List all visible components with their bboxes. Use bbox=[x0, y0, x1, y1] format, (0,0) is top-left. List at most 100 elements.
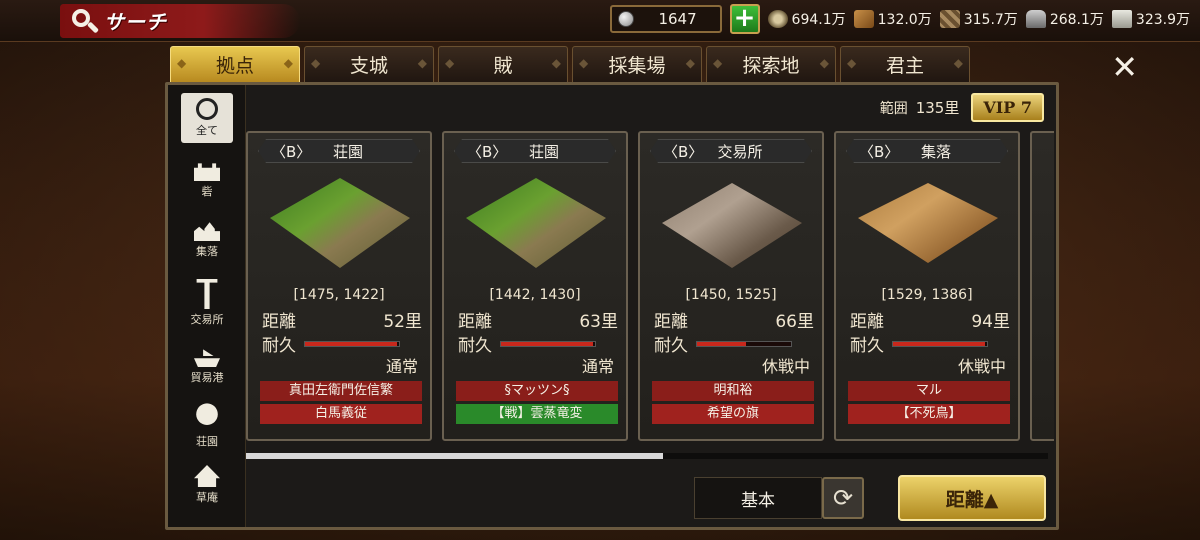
scroll-thumb[interactable] bbox=[246, 453, 664, 459]
rank-label: 〈B〉 bbox=[859, 142, 900, 161]
refresh-button[interactable]: ⟳ bbox=[822, 477, 864, 519]
iron-icon bbox=[1025, 10, 1046, 28]
distance-label: 距離 bbox=[850, 312, 884, 332]
owner-name: マル bbox=[848, 381, 1010, 401]
manor-icon bbox=[194, 403, 220, 431]
filter-hut[interactable]: 草庵 bbox=[168, 465, 246, 505]
tab-bandits[interactable]: 賊 bbox=[438, 46, 568, 82]
filter-all[interactable]: 全て bbox=[181, 93, 233, 143]
range-value: 135里 bbox=[915, 99, 960, 117]
filter-port[interactable]: 貿易港 bbox=[168, 345, 246, 385]
vip-badge: VIP 7 bbox=[971, 93, 1044, 122]
owner-name: §マッツン§ bbox=[456, 381, 618, 401]
resource-value: 268.1万 bbox=[1049, 12, 1104, 28]
tab-gathering[interactable]: 採集場 bbox=[572, 46, 702, 82]
market-icon bbox=[194, 279, 220, 309]
filter-label: 全て bbox=[196, 124, 218, 137]
card-type: 交易所 bbox=[717, 142, 763, 161]
add-gold-button[interactable]: + bbox=[729, 4, 760, 34]
distance-value: 63里 bbox=[579, 312, 618, 332]
durability-label: 耐久 bbox=[654, 336, 688, 356]
rank-label: 〈B〉 bbox=[467, 142, 508, 161]
distance-row: 距離 66里 bbox=[654, 307, 814, 332]
card-header: 〈B〉 荘園 bbox=[454, 139, 616, 163]
distance-label: 距離 bbox=[458, 312, 492, 332]
range-label: 範囲 bbox=[879, 100, 908, 117]
category-tabs: 拠点 支城 賊 採集場 探索地 君主 bbox=[170, 46, 970, 82]
result-card-partial[interactable] bbox=[1030, 131, 1054, 441]
coordinates: [1442, 1430] bbox=[489, 287, 581, 303]
result-card[interactable]: 〈B〉 交易所 [1450, 1525] 距離 66里 耐久 休戦中 明和裕 希… bbox=[638, 131, 824, 441]
rank-label: 〈B〉 bbox=[271, 142, 312, 161]
card-type: 荘園 bbox=[528, 142, 559, 161]
resource-bar: 1647 + 694.1万 132.0万 315.7万 268.1万 323.9… bbox=[609, 4, 1190, 34]
result-card[interactable]: 〈B〉 荘園 [1475, 1422] 距離 52里 耐久 通常 真田左衛門佐信… bbox=[246, 131, 432, 441]
money-icon bbox=[767, 10, 788, 28]
tab-branch-castle[interactable]: 支城 bbox=[304, 46, 434, 82]
wood-icon bbox=[853, 10, 874, 28]
filter-market[interactable]: 交易所 bbox=[168, 279, 246, 327]
durability-bar bbox=[696, 340, 792, 347]
card-type: 荘園 bbox=[332, 142, 363, 161]
status-text: 通常 bbox=[581, 357, 614, 376]
coordinates: [1450, 1525] bbox=[685, 287, 777, 303]
filter-manor[interactable]: 荘園 bbox=[168, 403, 246, 449]
resource-rice: 323.9万 bbox=[1111, 9, 1190, 29]
durability-fill bbox=[305, 341, 398, 346]
resource-value: 132.0万 bbox=[877, 12, 932, 28]
resource-value: 694.1万 bbox=[791, 12, 846, 28]
refresh-icon: ⟳ bbox=[832, 484, 854, 512]
filter-label: 貿易港 bbox=[190, 371, 224, 384]
distance-row: 距離 63里 bbox=[458, 307, 618, 332]
range-row: 範囲 135里 VIP 7 bbox=[880, 93, 1044, 122]
durability-fill bbox=[501, 341, 594, 346]
filter-label: 交易所 bbox=[190, 313, 224, 326]
search-icon bbox=[70, 7, 100, 35]
durability-fill bbox=[893, 341, 986, 346]
card-header: 〈B〉 集落 bbox=[846, 139, 1008, 163]
resource-value: 323.9万 bbox=[1135, 12, 1190, 28]
distance-row: 距離 52里 bbox=[262, 307, 422, 332]
top-bar: サーチ 1647 + 694.1万 132.0万 315.7万 268.1万 3… bbox=[0, 0, 1200, 42]
resource-iron: 268.1万 bbox=[1025, 9, 1104, 29]
result-card[interactable]: 〈B〉 荘園 [1442, 1430] 距離 63里 耐久 通常 §マッツン§ … bbox=[442, 131, 628, 441]
gold-value: 1647 bbox=[658, 10, 697, 28]
durability-bar bbox=[892, 340, 988, 347]
filter-label: 集落 bbox=[196, 245, 218, 258]
horizontal-scrollbar[interactable] bbox=[246, 453, 1048, 459]
village-icon bbox=[194, 219, 220, 241]
rice-icon bbox=[1111, 10, 1132, 28]
basic-filter[interactable]: 基本 bbox=[694, 477, 822, 519]
coin-icon bbox=[617, 11, 634, 27]
result-card[interactable]: 〈B〉 集落 [1529, 1386] 距離 94里 耐久 休戦中 マル 【不死… bbox=[834, 131, 1020, 441]
resource-wood: 132.0万 bbox=[853, 9, 932, 29]
coordinates: [1529, 1386] bbox=[881, 287, 973, 303]
alliance-name: 【不死鳥】 bbox=[848, 404, 1010, 424]
page-title: サーチ bbox=[104, 10, 167, 34]
port-icon bbox=[194, 345, 220, 367]
distance-value: 52里 bbox=[383, 312, 422, 332]
filter-fort[interactable]: 砦 bbox=[168, 159, 246, 199]
manor-image bbox=[466, 178, 606, 268]
resource-value: 315.7万 bbox=[963, 12, 1018, 28]
durability-bar bbox=[304, 340, 400, 347]
resource-cloth: 315.7万 bbox=[939, 9, 1018, 29]
filter-village[interactable]: 集落 bbox=[168, 219, 246, 259]
alliance-name: 白馬義従 bbox=[260, 404, 422, 424]
card-header: 〈B〉 交易所 bbox=[650, 139, 812, 163]
close-button[interactable]: ✕ bbox=[1111, 48, 1138, 86]
filter-label: 荘園 bbox=[196, 435, 218, 448]
tab-lord[interactable]: 君主 bbox=[840, 46, 970, 82]
durability-label: 耐久 bbox=[458, 336, 492, 356]
filter-sidebar: 全て 砦 集落 交易所 貿易港 荘園 草庵 bbox=[168, 85, 246, 527]
status-text: 休戦中 bbox=[761, 357, 810, 376]
sort-distance-button[interactable]: 距離▲ bbox=[898, 475, 1046, 521]
search-panel: 全て 砦 集落 交易所 貿易港 荘園 草庵 範囲 135里 VIP 7 〈B〉 … bbox=[165, 82, 1059, 530]
card-type: 集落 bbox=[920, 142, 951, 161]
title-area: サーチ bbox=[70, 6, 167, 35]
durability-label: 耐久 bbox=[850, 336, 884, 356]
tab-base[interactable]: 拠点 bbox=[170, 46, 300, 82]
tab-exploration[interactable]: 探索地 bbox=[706, 46, 836, 82]
distance-label: 距離 bbox=[654, 312, 688, 332]
cloth-icon bbox=[939, 10, 960, 28]
